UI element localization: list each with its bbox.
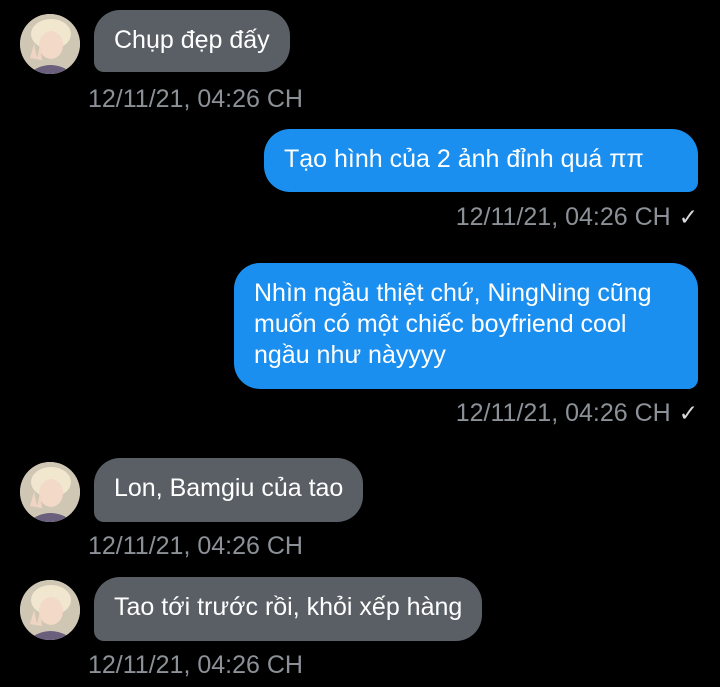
message-text: Tao tới trước rồi, khỏi xếp hàng — [114, 593, 463, 621]
message-bubble-outgoing[interactable]: Nhìn ngầu thiệt chứ, NingNing cũng muốn … — [234, 263, 698, 389]
avatar-photo — [20, 580, 80, 640]
avatar-photo — [20, 14, 80, 74]
message-timestamp: 12/11/21, 04:26 CH ✓ — [455, 203, 698, 231]
message-text: Lon, Bamgiu của tao — [114, 474, 344, 502]
message-timestamp: 12/11/21, 04:26 CH — [88, 651, 303, 679]
message-text: Tạo hình của 2 ảnh đỉnh quá ππ — [284, 145, 644, 173]
message-text: Chụp đẹp đấy — [114, 26, 270, 54]
check-icon: ✓ — [678, 400, 698, 426]
message-text: Nhìn ngầu thiệt chứ, NingNing cũng muốn … — [254, 279, 652, 369]
check-icon: ✓ — [678, 204, 698, 230]
contact-avatar[interactable] — [20, 580, 80, 640]
message-timestamp: 12/11/21, 04:26 CH ✓ — [455, 399, 698, 427]
contact-avatar[interactable] — [20, 14, 80, 74]
message-timestamp: 12/11/21, 04:26 CH — [88, 85, 303, 113]
message-bubble-incoming[interactable]: Chụp đẹp đấy — [94, 10, 290, 72]
message-bubble-outgoing[interactable]: Tạo hình của 2 ảnh đỉnh quá ππ — [264, 129, 698, 192]
contact-avatar[interactable] — [20, 462, 80, 522]
message-bubble-incoming[interactable]: Tao tới trước rồi, khỏi xếp hàng — [94, 577, 483, 641]
message-timestamp: 12/11/21, 04:26 CH — [88, 532, 303, 560]
message-bubble-incoming[interactable]: Lon, Bamgiu của tao — [94, 458, 364, 522]
avatar-photo — [20, 462, 80, 522]
